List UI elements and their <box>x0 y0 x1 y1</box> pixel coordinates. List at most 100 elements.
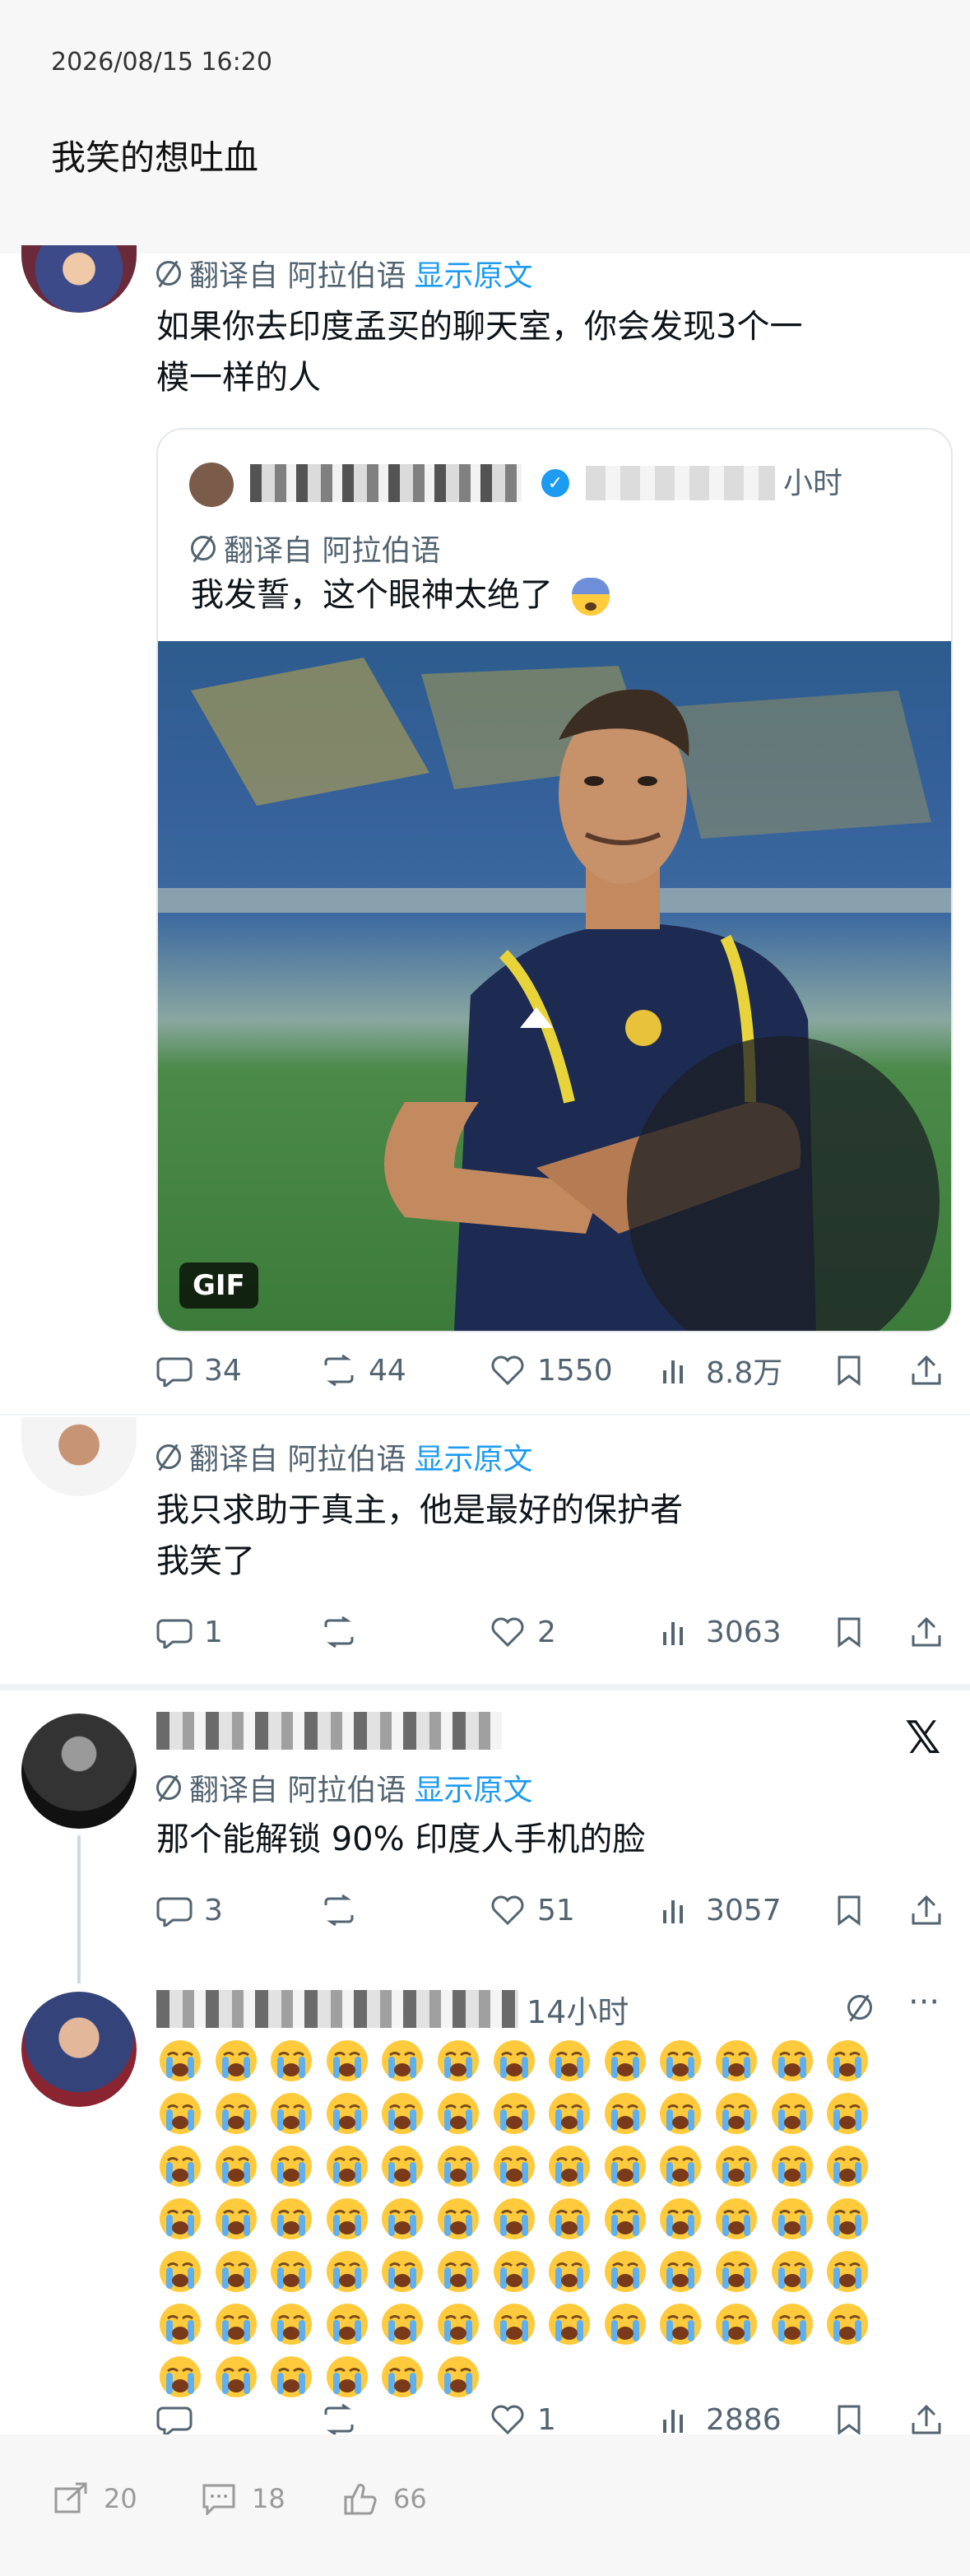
bookmark-button[interactable] <box>831 2403 867 2436</box>
like-button[interactable]: 1550 <box>490 1354 613 1388</box>
share-button[interactable] <box>908 1894 944 1927</box>
views-button[interactable]: 8.8万 <box>658 1349 782 1392</box>
like-button[interactable]: 2 <box>490 1616 556 1649</box>
bookmark-icon <box>831 1354 867 1387</box>
globe-slash-icon <box>847 1995 872 2020</box>
loudly-crying-face-emoji <box>825 2247 881 2299</box>
avatar[interactable] <box>21 1713 137 1829</box>
emoji-text <box>158 2036 898 2405</box>
tweet-text-line: 如果你去印度孟买的聊天室，你会发现3个一 <box>156 308 803 346</box>
bookmark-icon <box>831 2403 867 2436</box>
loudly-crying-face-emoji <box>770 2299 826 2352</box>
avatar[interactable] <box>21 1992 137 2107</box>
globe-slash-icon <box>156 1444 181 1469</box>
view-count: 3063 <box>706 1615 782 1649</box>
reply-button[interactable]: 34 <box>156 1354 242 1388</box>
reply-button[interactable] <box>156 2403 193 2436</box>
share-icon <box>908 1616 944 1648</box>
translate-from-text: 翻译自 阿拉伯语 <box>189 259 406 293</box>
tweet-text: 我只求助于真主，他是最好的保护者 我笑了 <box>156 1485 683 1587</box>
loudly-crying-face-emoji <box>492 2299 548 2352</box>
view-count: 8.8万 <box>706 1356 783 1390</box>
share-button[interactable] <box>908 1616 944 1648</box>
loudly-crying-face-emoji <box>658 2247 714 2299</box>
loudly-crying-face-emoji <box>714 2194 770 2247</box>
gif-media[interactable]: GIF <box>158 641 951 1331</box>
like-button[interactable]: 51 <box>490 1894 575 1927</box>
like-count: 1550 <box>537 1353 613 1388</box>
loudly-crying-face-emoji <box>492 2141 548 2194</box>
retweet-button[interactable] <box>321 2403 357 2436</box>
loudly-crying-face-emoji <box>325 2299 381 2352</box>
grok-translate-button[interactable] <box>847 1995 872 2020</box>
like-button[interactable]: 66 <box>342 2482 427 2515</box>
loudly-crying-face-emoji <box>603 2036 659 2089</box>
show-original-link[interactable]: 显示原文 <box>414 252 532 295</box>
loudly-crying-face-emoji <box>158 2352 214 2405</box>
divider <box>0 1684 970 1690</box>
comment-button[interactable]: 18 <box>201 2482 285 2515</box>
tweet-text-line: 模一样的人 <box>156 359 321 397</box>
tweet-actions: 34 44 1550 8.8万 <box>156 1350 963 1391</box>
loudly-crying-face-emoji <box>325 2089 381 2141</box>
more-options-icon[interactable]: ··· <box>908 1983 940 2021</box>
loudly-crying-face-emoji <box>436 2089 492 2141</box>
bar-chart-icon <box>658 2403 694 2436</box>
loudly-crying-face-emoji <box>436 2299 492 2352</box>
avatar <box>189 463 234 507</box>
tweet-time: 14小时 <box>527 1994 629 2030</box>
loudly-crying-face-emoji <box>380 2036 436 2089</box>
retweet-icon <box>321 1354 357 1387</box>
quote-author-handle <box>586 466 775 500</box>
views-button[interactable]: 2886 <box>658 2403 782 2436</box>
fearful-face-emoji <box>571 578 610 616</box>
author-name[interactable] <box>156 1990 518 2028</box>
tweet-text-line: 我笑了 <box>156 1542 255 1580</box>
views-button[interactable]: 3063 <box>658 1616 782 1649</box>
loudly-crying-face-emoji <box>214 2036 270 2089</box>
loudly-crying-face-emoji <box>158 2141 214 2194</box>
views-button[interactable]: 3057 <box>658 1894 782 1927</box>
tweet-text: 如果你去印度孟买的聊天室，你会发现3个一 模一样的人 <box>156 301 802 403</box>
loudly-crying-face-emoji <box>714 2036 770 2089</box>
like-count: 51 <box>537 1893 575 1927</box>
quote-text: 我发誓，这个眼神太绝了 <box>191 568 610 616</box>
speech-bubble-icon <box>156 1616 193 1648</box>
translation-label: 翻译自 阿拉伯语 显示原文 <box>156 1435 532 1478</box>
quote-text-content: 我发誓，这个眼神太绝了 <box>191 576 553 614</box>
like-button[interactable]: 1 <box>490 2403 556 2436</box>
retweet-button[interactable]: 44 <box>321 1354 406 1388</box>
reply-button[interactable]: 3 <box>156 1894 223 1927</box>
repost-count: 20 <box>104 2483 137 2514</box>
share-icon <box>908 1894 944 1927</box>
tweet-text: 那个能解锁 90% 印度人手机的脸 <box>156 1820 646 1858</box>
retweet-button[interactable] <box>321 1894 357 1927</box>
loudly-crying-face-emoji <box>547 2089 603 2141</box>
speech-bubble-icon <box>156 2403 193 2436</box>
share-button[interactable] <box>908 1354 944 1387</box>
loudly-crying-face-emoji <box>158 2089 214 2141</box>
bookmark-button[interactable] <box>831 1894 867 1927</box>
bookmark-button[interactable] <box>831 1616 867 1648</box>
bookmark-button[interactable] <box>831 1354 867 1387</box>
share-icon <box>908 2403 944 2436</box>
repost-button[interactable]: 20 <box>53 2482 137 2515</box>
like-count: 66 <box>393 2483 427 2514</box>
heart-icon <box>490 1894 526 1927</box>
share-button[interactable] <box>908 2403 944 2436</box>
loudly-crying-face-emoji <box>436 2247 492 2299</box>
translate-from-text: 翻译自 阿拉伯语 <box>189 1774 406 1807</box>
speech-bubble-icon <box>156 1354 193 1387</box>
quote-tweet-card[interactable]: ✓ 小时 翻译自 阿拉伯语 我发誓，这个眼神太绝了 GIF <box>156 428 953 1332</box>
retweet-button[interactable] <box>321 1616 357 1648</box>
reply-button[interactable]: 1 <box>156 1616 223 1649</box>
loudly-crying-face-emoji <box>714 2299 770 2352</box>
loudly-crying-face-emoji <box>603 2089 659 2141</box>
bottom-action-bar: 20 18 66 <box>0 2434 970 2576</box>
author-name[interactable] <box>156 1712 502 1750</box>
loudly-crying-face-emoji <box>380 2247 436 2299</box>
heart-icon <box>490 1616 526 1648</box>
share-icon <box>908 1354 944 1387</box>
show-original-link[interactable]: 显示原文 <box>414 1435 532 1478</box>
show-original-link[interactable]: 显示原文 <box>414 1766 532 1809</box>
